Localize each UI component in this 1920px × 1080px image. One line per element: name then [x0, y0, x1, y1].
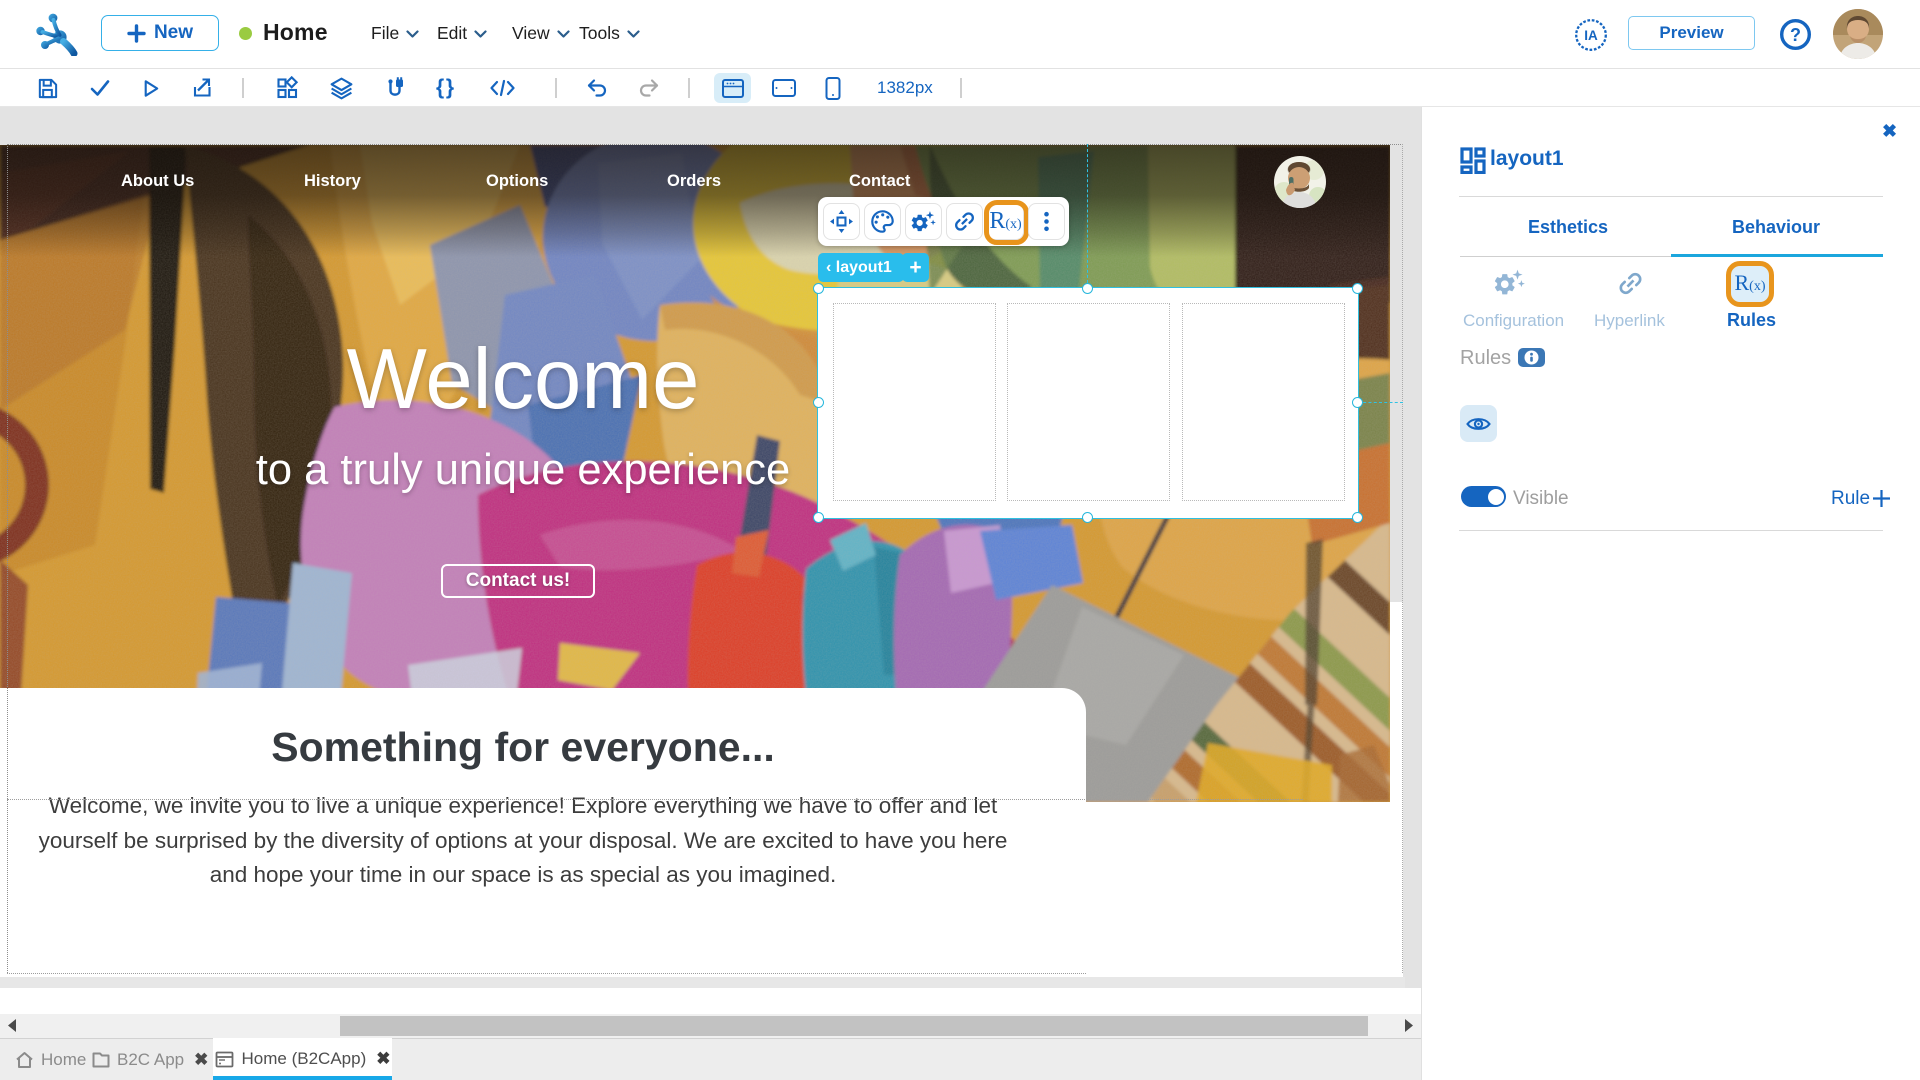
svg-text:?: ?	[1790, 25, 1801, 45]
svg-text:IA: IA	[1584, 28, 1598, 43]
